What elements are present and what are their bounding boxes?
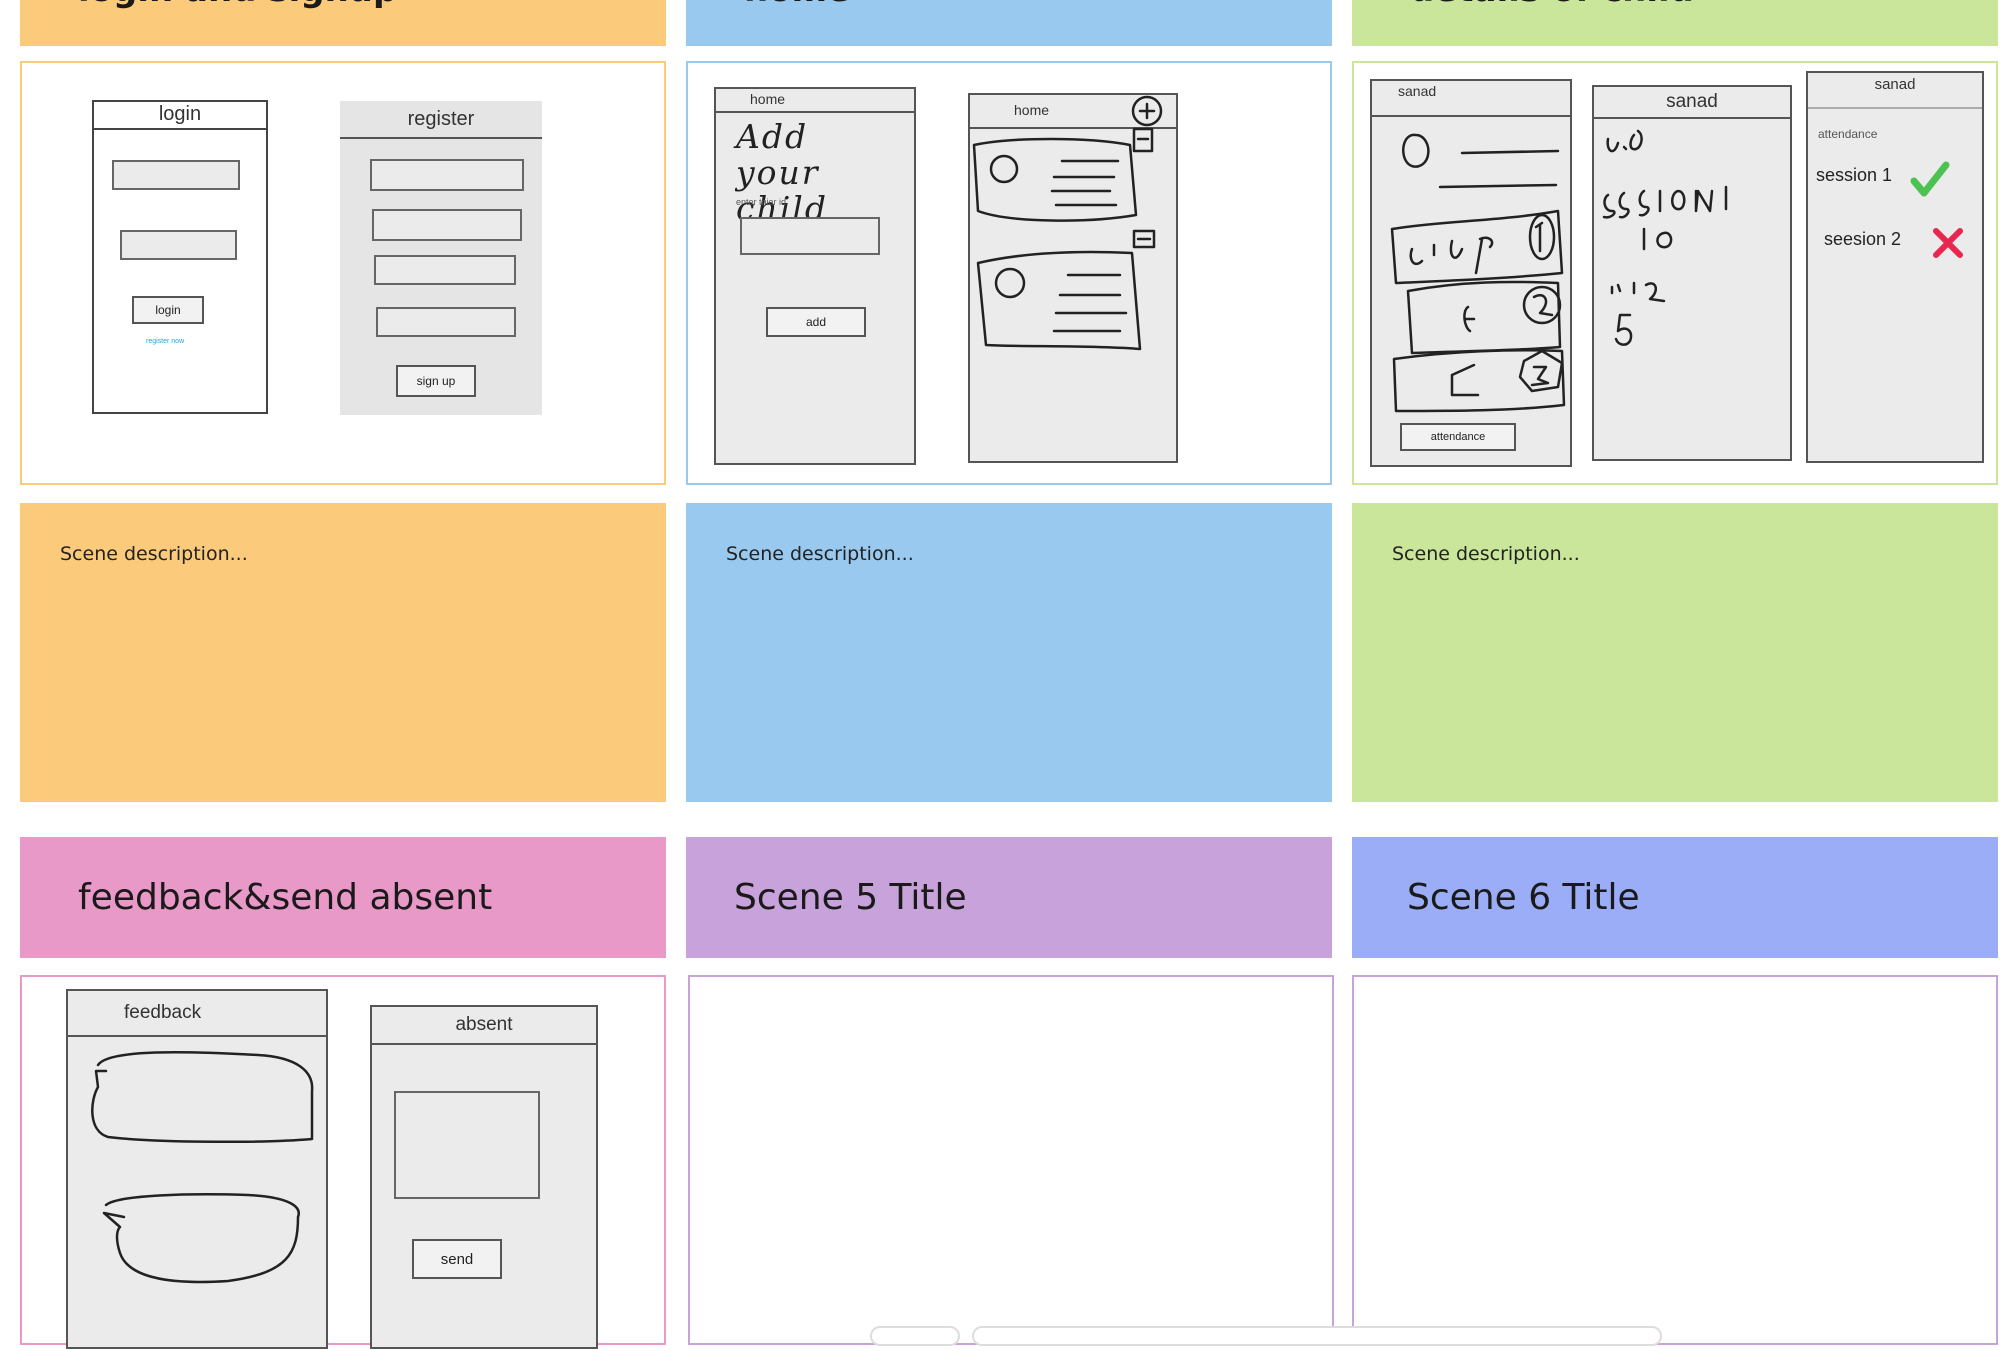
scene-2-title[interactable]: home (744, 0, 850, 10)
session-2-row: seesion 2 (1824, 223, 1974, 263)
register-header: register (340, 101, 542, 139)
session-1-row: session 1 (1816, 159, 1976, 199)
session-cards-sketch (1390, 133, 1566, 413)
session-stats-handwriting (1602, 129, 1728, 346)
scene-4-title[interactable]: feedback&send absent (78, 877, 492, 918)
register-field-4[interactable] (376, 307, 516, 337)
scene-2-description[interactable]: Scene description... (686, 503, 1332, 802)
register-field-3[interactable] (374, 255, 516, 285)
add-your-child-handwriting: Add your child (736, 117, 828, 228)
scene-1-description-text[interactable]: Scene description... (60, 543, 248, 565)
attendance-button[interactable]: attendance (1400, 423, 1516, 451)
scene-1-title[interactable]: login and signup (78, 0, 397, 10)
scene-3-description-text[interactable]: Scene description... (1392, 543, 1580, 565)
login-button[interactable]: login (132, 296, 204, 324)
add-button[interactable]: add (766, 307, 866, 337)
attendance-section-label: attendance (1818, 127, 1878, 141)
scene-5-title[interactable]: Scene 5 Title (734, 877, 967, 918)
add-child-header: home (716, 89, 914, 113)
check-icon (1910, 161, 1950, 197)
scene-6-title[interactable]: Scene 6 Title (1407, 877, 1640, 918)
scene-3-description[interactable]: Scene description... (1352, 503, 1998, 802)
absent-mockup: absent send (370, 1005, 598, 1349)
login-mockup: login login register now (92, 100, 268, 414)
child-detail-mockup-1: sanad attendance (1370, 79, 1572, 467)
add-child-mockup: home Add your child enter thier id add (714, 87, 916, 465)
feedback-mockup: feedback (66, 989, 328, 1349)
scene-3-frame[interactable]: sanad attendance sanad sanad attendance … (1352, 61, 1998, 485)
bottom-toolbar-edge (870, 1326, 960, 1346)
scene-3-title[interactable]: details of child (1410, 0, 1694, 10)
scene-2-frame[interactable]: home Add your child enter thier id add h… (686, 61, 1332, 485)
absent-header: absent (372, 1007, 596, 1045)
register-mockup: register sign up (340, 101, 542, 415)
children-list-mockup: home (968, 93, 1178, 463)
scene-4-frame[interactable]: feedback absent send (20, 975, 666, 1349)
scene-5-title-band[interactable]: Scene 5 Title (686, 837, 1332, 958)
scene-1-title-band[interactable]: login and signup (20, 0, 666, 46)
absence-reason-field[interactable] (394, 1091, 540, 1199)
child-cards-sketch (972, 95, 1163, 351)
scene-1-description[interactable]: Scene description... (20, 503, 666, 802)
scene-6-frame[interactable] (1352, 975, 1998, 1345)
scene-6-title-band[interactable]: Scene 6 Title (1352, 837, 1998, 958)
send-button[interactable]: send (412, 1239, 502, 1279)
register-now-link[interactable]: register now (146, 338, 184, 345)
scene-1-frame[interactable]: login login register now register sign u… (20, 61, 666, 485)
cross-icon (1933, 228, 1963, 258)
feedback-bubbles-sketch (91, 1050, 314, 1284)
attendance-mockup: sanad attendance session 1 seesion 2 (1806, 71, 1984, 463)
scene-3-title-band[interactable]: details of child (1352, 0, 1998, 46)
scene-2-description-text[interactable]: Scene description... (726, 543, 914, 565)
enter-id-hint: enter thier id (736, 197, 787, 207)
password-field[interactable] (120, 230, 237, 260)
child-detail-mockup-2: sanad (1592, 85, 1792, 461)
register-field-1[interactable] (370, 159, 524, 191)
scene-5-frame[interactable] (688, 975, 1334, 1345)
detail3-header: sanad (1808, 73, 1982, 109)
bottom-toolbar-edge-2 (972, 1326, 1662, 1346)
login-header: login (94, 102, 266, 130)
child-id-field[interactable] (740, 217, 880, 255)
sign-up-button[interactable]: sign up (396, 365, 476, 397)
register-field-2[interactable] (372, 209, 522, 241)
username-field[interactable] (112, 160, 240, 190)
scene-4-title-band[interactable]: feedback&send absent (20, 837, 666, 958)
scene-2-title-band[interactable]: home (686, 0, 1332, 46)
